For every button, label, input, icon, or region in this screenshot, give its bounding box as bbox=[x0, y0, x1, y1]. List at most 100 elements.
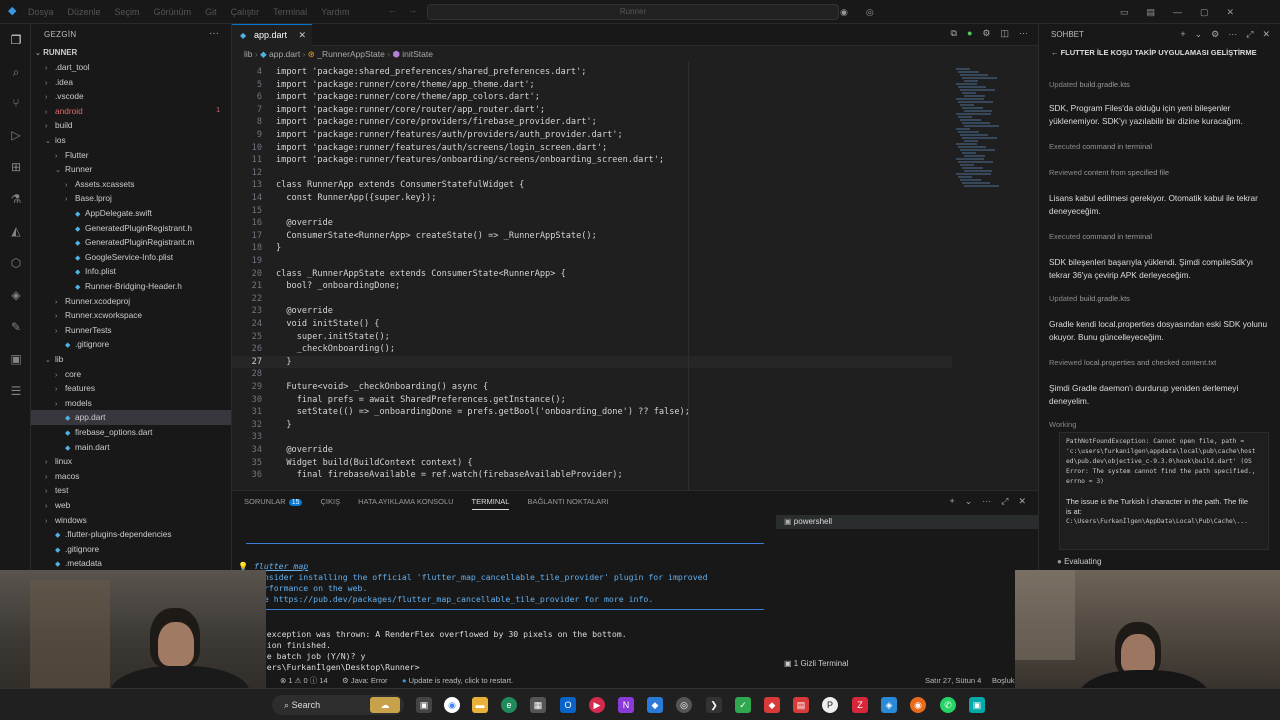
remote-icon[interactable]: ⬡ bbox=[8, 255, 24, 271]
file-item[interactable]: ◆ GoogleService-Info.plist bbox=[31, 250, 231, 265]
explorer-root[interactable]: ⌄ RUNNER bbox=[31, 46, 77, 60]
pen-icon[interactable]: ✎ bbox=[8, 319, 24, 335]
file-item[interactable]: ◆ Runner-Bridging-Header.h bbox=[31, 279, 231, 294]
menu-terminal[interactable]: Terminal bbox=[273, 7, 307, 17]
back-arrow-icon[interactable]: ← bbox=[1051, 48, 1059, 57]
whatsapp-icon[interactable]: ✆ bbox=[940, 697, 956, 713]
more-actions-icon[interactable]: ··· bbox=[1228, 29, 1237, 40]
status-java[interactable]: ⚙ Java: Error bbox=[342, 674, 388, 688]
folder-item[interactable]: › Runner.xcworkspace bbox=[31, 308, 231, 323]
breadcrumb-item[interactable]: initState bbox=[402, 49, 433, 59]
terminal-instance[interactable]: ▣ powershell bbox=[776, 515, 1038, 529]
task-view-icon[interactable]: ▣ bbox=[416, 697, 432, 713]
folder-item[interactable]: › Flutter bbox=[31, 148, 231, 163]
status-problems[interactable]: ⊗ 1 ⚠ 0 ⓘ 14 bbox=[280, 674, 328, 688]
folder-item[interactable]: › RunnerTests bbox=[31, 323, 231, 338]
source-control-icon[interactable]: ⑂ bbox=[8, 95, 24, 111]
flutter-icon[interactable]: ◭ bbox=[8, 223, 24, 239]
file-explorer-icon[interactable]: ▬ bbox=[472, 697, 488, 713]
open-changes-icon[interactable]: ⧉ bbox=[951, 28, 957, 39]
folder-item[interactable]: › Runner.xcodeproj bbox=[31, 294, 231, 309]
folder-item[interactable]: › core bbox=[31, 367, 231, 382]
folder-item[interactable]: › .vscode bbox=[31, 89, 231, 104]
maximize-panel-icon[interactable]: ⤢ bbox=[1001, 496, 1008, 507]
outlook-icon[interactable]: O bbox=[560, 697, 576, 713]
filezilla-icon[interactable]: Z bbox=[852, 697, 868, 713]
menu-help[interactable]: Yardım bbox=[321, 7, 349, 17]
terminal-output[interactable]: 💡 flutter_map Consider installing the of… bbox=[238, 537, 766, 672]
vscode-icon[interactable]: ◆ bbox=[647, 697, 663, 713]
more-actions-icon[interactable]: ··· bbox=[982, 496, 991, 507]
settings-icon[interactable]: ⚙ bbox=[982, 28, 990, 39]
menu-go[interactable]: Git bbox=[205, 7, 217, 17]
folder-item[interactable]: › .idea bbox=[31, 75, 231, 90]
more-actions-icon[interactable]: ··· bbox=[1019, 28, 1028, 39]
folder-item[interactable]: ⌄ Runner bbox=[31, 162, 231, 177]
new-chat-icon[interactable]: + bbox=[1180, 29, 1185, 40]
recorder-icon[interactable]: ◆ bbox=[764, 697, 780, 713]
folder-item[interactable]: › build bbox=[31, 118, 231, 133]
copilot-icon[interactable]: ◉ bbox=[840, 7, 848, 18]
chrome-icon[interactable]: ◉ bbox=[444, 697, 460, 713]
settings-icon[interactable]: ⚙ bbox=[1211, 29, 1219, 40]
folder-item[interactable]: › macos bbox=[31, 469, 231, 484]
folder-item[interactable]: › test bbox=[31, 483, 231, 498]
file-item[interactable]: ◆ GeneratedPluginRegistrant.m bbox=[31, 235, 231, 250]
docker-icon[interactable]: ▣ bbox=[8, 351, 24, 367]
tab-ports[interactable]: BAĞLANTI NOKTALARI bbox=[527, 497, 608, 510]
file-item[interactable]: ◆ .gitignore bbox=[31, 542, 231, 557]
run-icon[interactable]: ● bbox=[967, 28, 972, 39]
folder-item[interactable]: › Base.lproj bbox=[31, 191, 231, 206]
menu-view[interactable]: Görünüm bbox=[154, 7, 192, 17]
hidden-terminal-label[interactable]: ▣ 1 Gizli Terminal bbox=[784, 659, 848, 668]
menu-run[interactable]: Çalıştır bbox=[231, 7, 260, 17]
split-editor-icon[interactable]: ◫ bbox=[1000, 28, 1009, 39]
tab-problems[interactable]: SORUNLAR 15 bbox=[244, 497, 303, 510]
folder-item[interactable]: › Assets.xcassets bbox=[31, 177, 231, 192]
breadcrumb-item[interactable]: lib bbox=[244, 49, 253, 59]
folder-item[interactable]: › android 1 bbox=[31, 104, 231, 119]
accounts-icon[interactable]: ◎ bbox=[866, 7, 874, 18]
minimap[interactable] bbox=[952, 62, 1038, 490]
dart-icon[interactable]: ◈ bbox=[8, 287, 24, 303]
tab-app-dart[interactable]: ◆ app.dart ✕ bbox=[232, 24, 312, 46]
app-icon[interactable]: ◈ bbox=[881, 697, 897, 713]
folder-item[interactable]: › models bbox=[31, 396, 231, 411]
breadcrumb-item[interactable]: app.dart bbox=[269, 49, 300, 59]
folder-item[interactable]: › windows bbox=[31, 513, 231, 528]
nav-back-icon[interactable]: ← bbox=[388, 5, 397, 15]
menu-edit[interactable]: Düzenle bbox=[68, 7, 101, 17]
edge-icon[interactable]: e bbox=[501, 697, 517, 713]
file-item[interactable]: ◆ .gitignore bbox=[31, 337, 231, 352]
redis-icon[interactable]: ▤ bbox=[793, 697, 809, 713]
folder-item[interactable]: ⌄ ios bbox=[31, 133, 231, 148]
file-item[interactable]: ◆ Info.plist bbox=[31, 264, 231, 279]
menu-file[interactable]: Dosya bbox=[28, 7, 54, 17]
explorer-icon[interactable]: ❐ bbox=[8, 32, 24, 48]
nav-forward-icon[interactable]: → bbox=[408, 5, 417, 15]
chat-session-title[interactable]: ← FLUTTER İLE KOŞU TAKİP UYGULAMASI GELİ… bbox=[1051, 48, 1257, 57]
file-item[interactable]: ◆ .metadata bbox=[31, 556, 231, 570]
search-icon[interactable]: ⌕ bbox=[8, 64, 24, 80]
chevron-down-icon[interactable]: ⌄ bbox=[1195, 29, 1203, 40]
file-item[interactable]: ◆ GeneratedPluginRegistrant.h bbox=[31, 221, 231, 236]
folder-item[interactable]: › features bbox=[31, 381, 231, 396]
tab-output[interactable]: ÇIKIŞ bbox=[320, 497, 340, 510]
database-icon[interactable]: ☰ bbox=[8, 383, 24, 399]
command-center-search[interactable]: Runner bbox=[427, 4, 839, 20]
more-actions-icon[interactable]: ··· bbox=[209, 28, 219, 39]
widget-icon[interactable]: ☁ bbox=[370, 697, 400, 713]
status-position[interactable]: Satır 27, Sütun 4 bbox=[925, 674, 981, 688]
menu-selection[interactable]: Seçim bbox=[115, 7, 140, 17]
folder-item[interactable]: › linux bbox=[31, 454, 231, 469]
app-icon[interactable]: ▣ bbox=[969, 697, 985, 713]
tab-debug-console[interactable]: HATA AYIKLAMA KONSOLU bbox=[358, 497, 453, 510]
visual-studio-icon[interactable]: N bbox=[618, 697, 634, 713]
status-indent[interactable]: Boşluk bbox=[992, 674, 1015, 688]
file-item[interactable]: ◆ main.dart bbox=[31, 440, 231, 455]
close-icon[interactable]: ✕ bbox=[1262, 29, 1270, 40]
breadcrumb-item[interactable]: _RunnerAppState bbox=[317, 49, 385, 59]
file-item[interactable]: ◆ app.dart bbox=[31, 410, 231, 425]
maximize-icon[interactable]: ▢ bbox=[1200, 7, 1209, 18]
run-debug-icon[interactable]: ▷ bbox=[8, 127, 24, 143]
